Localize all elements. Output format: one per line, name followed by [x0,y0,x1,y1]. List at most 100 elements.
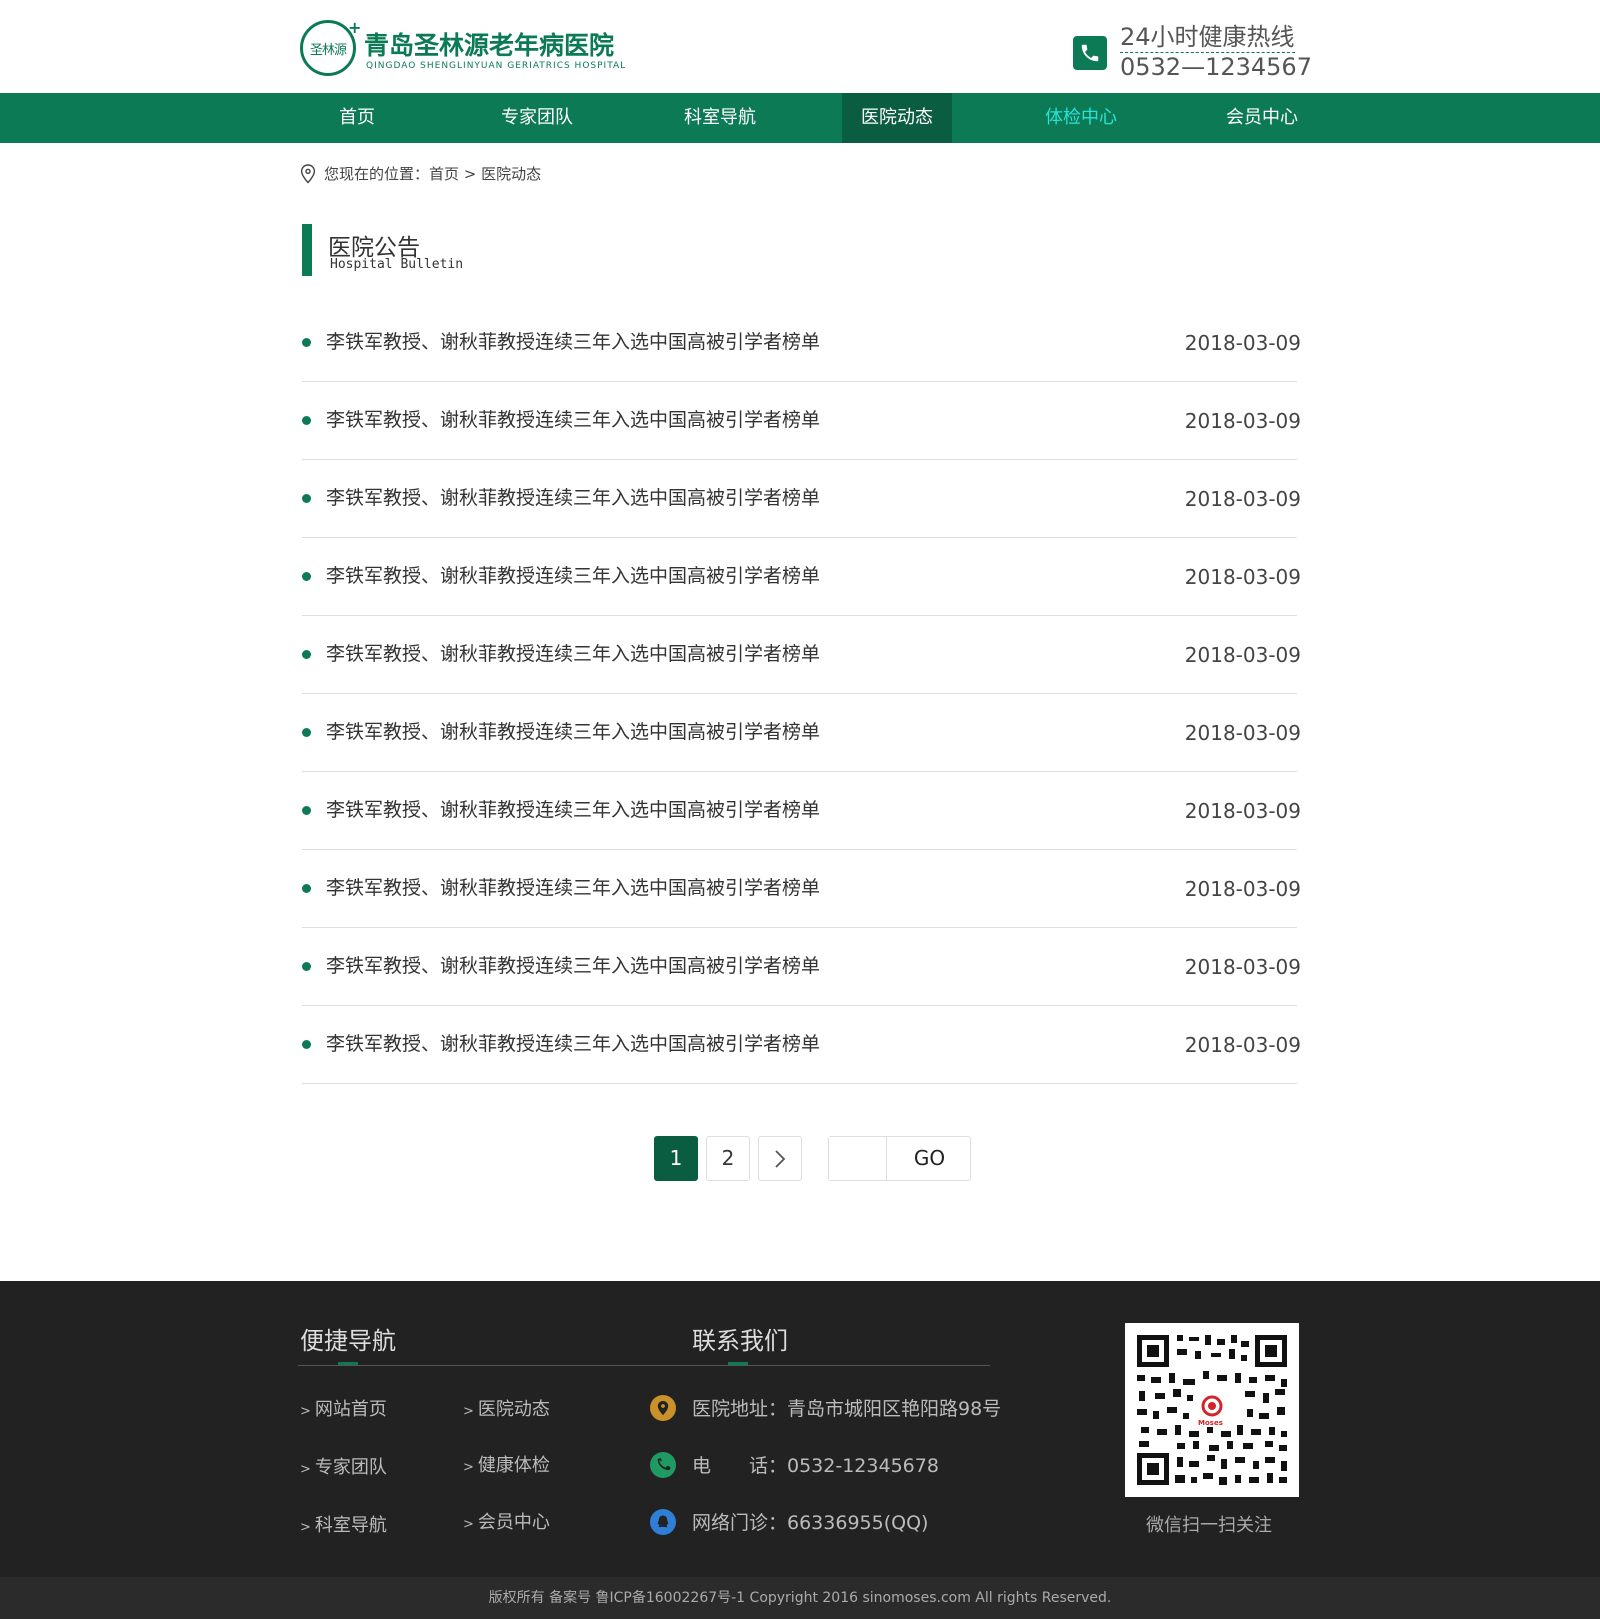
footer-link-label[interactable]: 科室导航 [315,1515,387,1536]
list-item-title[interactable]: 李铁军教授、谢秋菲教授连续三年入选中国高被引学者榜单 [326,406,820,434]
nav-item-experts[interactable]: 专家团队 [482,93,592,143]
site-header: 圣林源 + 青岛圣林源老年病医院 QINGDAO SHENGLINYUAN GE… [0,0,1600,93]
list-item-title[interactable]: 李铁军教授、谢秋菲教授连续三年入选中国高被引学者榜单 [326,796,820,824]
section-subtitle: Hospital Bulletin [330,257,464,272]
bullet-icon [302,572,311,581]
bullet-icon [302,806,311,815]
list-item-date: 2018-03-09 [1184,799,1301,823]
qr-logo-text: Moses [1198,1419,1223,1427]
footer-link-label[interactable]: 健康体检 [478,1455,550,1476]
list-item-date: 2018-03-09 [1184,955,1301,979]
list-item-date: 2018-03-09 [1184,1033,1301,1057]
page-button-2[interactable]: 2 [706,1136,750,1181]
footer-link-members[interactable]: > 会员中心 [463,1508,550,1534]
nav-item-checkup[interactable]: 体检中心 [1026,93,1136,143]
footer-nav-title: 便捷导航 [300,1327,396,1355]
footer-link-label[interactable]: 会员中心 [478,1512,550,1533]
list-item-title[interactable]: 李铁军教授、谢秋菲教授连续三年入选中国高被引学者榜单 [326,562,820,590]
list-item-title[interactable]: 李铁军教授、谢秋菲教授连续三年入选中国高被引学者榜单 [326,718,820,746]
list-item-title[interactable]: 李铁军教授、谢秋菲教授连续三年入选中国高被引学者榜单 [326,328,820,356]
footer-address-text: 医院地址：青岛市城阳区艳阳路98号 [692,1398,1002,1420]
list-item[interactable]: 李铁军教授、谢秋菲教授连续三年入选中国高被引学者榜单 2018-03-09 [302,1006,1301,1084]
qr-code-icon [1125,1323,1299,1497]
chevron-right-icon [775,1150,786,1168]
hotline: 24小时健康热线 0532—1234567 [1073,22,1312,82]
logo-subtitle: QINGDAO SHENGLINYUAN GERIATRICS HOSPITAL [366,61,627,71]
list-item[interactable]: 李铁军教授、谢秋菲教授连续三年入选中国高被引学者榜单 2018-03-09 [302,616,1301,694]
page-jump: GO [828,1136,971,1181]
list-item-title[interactable]: 李铁军教授、谢秋菲教授连续三年入选中国高被引学者榜单 [326,952,820,980]
list-item[interactable]: 李铁军教授、谢秋菲教授连续三年入选中国高被引学者榜单 2018-03-09 [302,538,1301,616]
location-pin-icon [300,164,316,188]
footer-link-experts[interactable]: > 专家团队 [300,1453,387,1479]
list-item-date: 2018-03-09 [1184,643,1301,667]
list-item[interactable]: 李铁军教授、谢秋菲教授连续三年入选中国高被引学者榜单 2018-03-09 [302,460,1301,538]
chevron-right-icon: > [463,1404,474,1419]
logo[interactable]: 圣林源 + 青岛圣林源老年病医院 QINGDAO SHENGLINYUAN GE… [300,18,630,78]
cross-icon: + [348,18,362,37]
list-item[interactable]: 李铁军教授、谢秋菲教授连续三年入选中国高被引学者榜单 2018-03-09 [302,382,1301,460]
nav-item-members[interactable]: 会员中心 [1207,93,1317,143]
list-item[interactable]: 李铁军教授、谢秋菲教授连续三年入选中国高被引学者榜单 2018-03-09 [302,928,1301,1006]
list-item-title[interactable]: 李铁军教授、谢秋菲教授连续三年入选中国高被引学者榜单 [326,484,820,512]
list-item[interactable]: 李铁军教授、谢秋菲教授连续三年入选中国高被引学者榜单 2018-03-09 [302,694,1301,772]
list-item-date: 2018-03-09 [1184,331,1301,355]
pagination: 1 2 GO [0,1136,1600,1182]
footer-link-label[interactable]: 专家团队 [315,1457,387,1478]
list-item-date: 2018-03-09 [1184,409,1301,433]
go-button[interactable]: GO [889,1137,970,1180]
chevron-right-icon: > [463,1460,474,1475]
footer-link-home[interactable]: > 网站首页 [300,1395,387,1421]
bullet-icon [302,1040,311,1049]
footer-contact-title: 联系我们 [692,1327,788,1355]
footer-link-checkup[interactable]: > 健康体检 [463,1451,550,1477]
bullet-icon [302,338,311,347]
nav-item-news[interactable]: 医院动态 [842,93,952,143]
list-item[interactable]: 李铁军教授、谢秋菲教授连续三年入选中国高被引学者榜单 2018-03-09 [302,772,1301,850]
logo-title: 青岛圣林源老年病医院 [364,31,615,60]
news-list: 李铁军教授、谢秋菲教授连续三年入选中国高被引学者榜单 2018-03-09 李铁军… [300,304,1301,1084]
list-item[interactable]: 李铁军教授、谢秋菲教授连续三年入选中国高被引学者榜单 2018-03-09 [302,304,1301,382]
footer-divider-accent [338,1362,358,1365]
bullet-icon [302,728,311,737]
list-item-date: 2018-03-09 [1184,721,1301,745]
chevron-right-icon: > [300,1520,311,1535]
page-button-1[interactable]: 1 [654,1136,698,1181]
bullet-icon [302,494,311,503]
footer-link-departments[interactable]: > 科室导航 [300,1511,387,1537]
next-page-button[interactable] [758,1136,802,1181]
page-jump-input[interactable] [829,1137,887,1180]
copyright: 版权所有 备案号 鲁ICP备16002267号-1 Copyright 2016… [0,1577,1600,1619]
footer-phone-text: 电 话：0532-12345678 [692,1455,939,1477]
site-footer: 便捷导航 联系我们 > 网站首页 > 医院动态 > 专家团队 > 健康体检 > 科室导航 … [0,1281,1600,1619]
list-item-date: 2018-03-09 [1184,565,1301,589]
qr-caption: 微信扫一扫关注 [1146,1515,1272,1536]
footer-divider-accent [728,1362,748,1365]
bullet-icon [302,650,311,659]
phone-icon [1073,36,1107,70]
section-accent-bar [302,224,312,276]
footer-online-text[interactable]: 网络门诊：66336955(QQ) [692,1509,928,1537]
chevron-right-icon: > [300,1404,311,1419]
footer-link-news[interactable]: > 医院动态 [463,1395,550,1421]
list-item-title[interactable]: 李铁军教授、谢秋菲教授连续三年入选中国高被引学者榜单 [326,874,820,902]
list-item-title[interactable]: 李铁军教授、谢秋菲教授连续三年入选中国高被引学者榜单 [326,1030,820,1058]
logo-mark-text: 圣林源 [310,43,347,58]
footer-link-label[interactable]: 医院动态 [478,1399,550,1420]
hotline-label: 24小时健康热线 [1120,23,1295,53]
footer-divider [298,1365,990,1366]
list-item-title[interactable]: 李铁军教授、谢秋菲教授连续三年入选中国高被引学者榜单 [326,640,820,668]
location-icon [650,1395,676,1421]
footer-link-label[interactable]: 网站首页 [315,1399,387,1420]
wechat-qr-code: Moses [1125,1323,1299,1497]
nav-item-home[interactable]: 首页 [302,93,412,143]
chevron-right-icon: > [463,1517,474,1532]
list-item[interactable]: 李铁军教授、谢秋菲教授连续三年入选中国高被引学者榜单 2018-03-09 [302,850,1301,928]
bullet-icon [302,962,311,971]
qq-icon [650,1509,676,1535]
phone-icon [650,1452,676,1478]
bullet-icon [302,884,311,893]
nav-item-departments[interactable]: 科室导航 [665,93,775,143]
breadcrumb-text[interactable]: 您现在的位置：首页 > 医院动态 [324,162,541,186]
hotline-number[interactable]: 0532—1234567 [1120,52,1312,82]
